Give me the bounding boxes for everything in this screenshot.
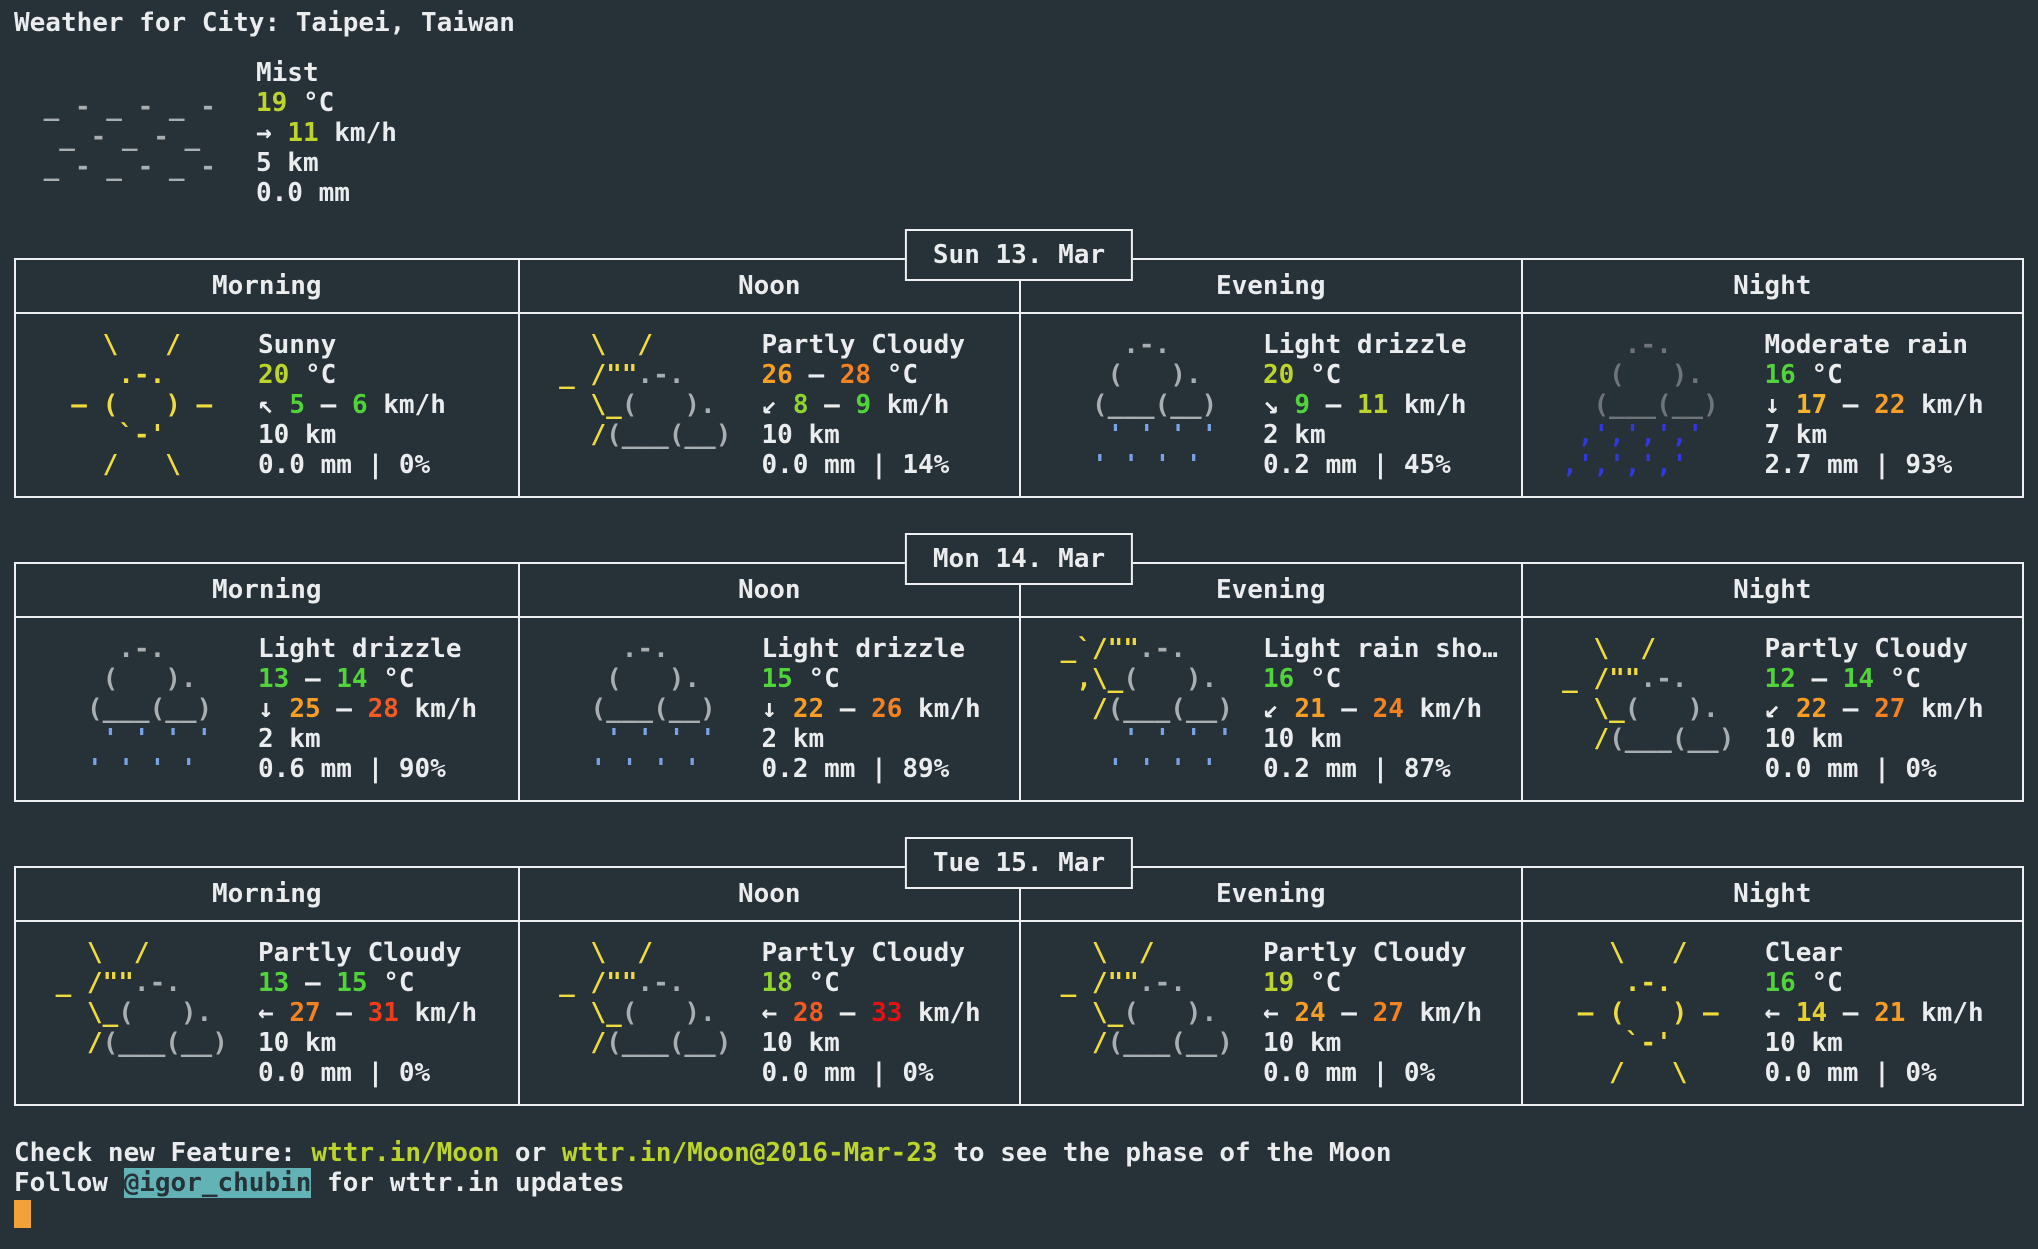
forecast-cell: \ / _ /"".-. \_( ). /(___(__) Partly Clo…	[1520, 618, 2023, 800]
light-rain-icon: .-. ( ). (___(__) ' ' ' ' ' ' ' '	[1045, 330, 1249, 480]
date-header: Mon 14. Mar	[904, 533, 1134, 585]
period-header-night: Night	[1520, 260, 2023, 312]
weather-details: Light drizzle 13 — 14 °C ↓ 25 — 28 km/h …	[258, 634, 478, 784]
current-conditions: _ - _ - _ - _ - _ - _ _ - _ - _ - Mist 1…	[14, 58, 2024, 208]
period-header-morning: Morning	[211, 271, 322, 301]
date-header: Tue 15. Mar	[904, 837, 1134, 889]
forecast-row: \ / _ /"".-. \_( ). /(___(__) Partly Clo…	[16, 922, 2022, 1104]
forecast-cell: .-. ( ). (___(__) ‚'‚'‚'‚' ‚'‚'‚'‚' Mode…	[1520, 314, 2023, 496]
forecast-cell: \ / _ /"".-. \_( ). /(___(__) Partly Clo…	[16, 922, 518, 1104]
forecast-cell: .-. ( ). (___(__) ' ' ' ' ' ' ' ' Light …	[1019, 314, 1521, 496]
weather-details: Partly Cloudy 26 — 28 °C ↙ 8 — 9 km/h 10…	[761, 330, 966, 480]
partly-cloudy-icon: \ / _ /"".-. \_( ). /(___(__)	[40, 938, 244, 1058]
period-header-night: Night	[1520, 564, 2023, 616]
current-details: Mist 19 °C → 11 km/h 5 km 0.0 mm	[256, 58, 397, 208]
forecast-table: Morning Noon Evening Night \ / _ /"".-. …	[14, 866, 2024, 1106]
partly-cloudy-icon: \ / _ /"".-. \_( ). /(___(__)	[1546, 634, 1751, 754]
forecast-day-mon: Mon 14. Mar Morning Noon Evening Night .…	[14, 533, 2024, 802]
sunny-icon: \ / .-. — ( ) — `-' / \	[1546, 938, 1750, 1088]
weather-details: Light rain sho… 16 °C ↙ 21 — 24 km/h 10 …	[1263, 634, 1498, 784]
partly-cloudy-icon: \ / _ /"".-. \_( ). /(___(__)	[543, 938, 748, 1058]
heavy-rain-icon: .-. ( ). (___(__) ‚'‚'‚'‚' ‚'‚'‚'‚'	[1546, 330, 1750, 480]
period-header-night: Night	[1520, 868, 2023, 920]
terminal-cursor[interactable]	[14, 1200, 31, 1228]
page-title: Weather for City: Taipei, Taiwan	[14, 8, 515, 38]
terminal-footer: Check new Feature: wttr.in/Moon or wttr.…	[14, 1138, 2024, 1228]
forecast-table: Morning Noon Evening Night \ / .-. — ( )…	[14, 258, 2024, 498]
weather-details: Light drizzle 20 °C ↘ 9 — 11 km/h 2 km 0…	[1263, 330, 1467, 480]
weather-details: Partly Cloudy 13 — 15 °C ← 27 — 31 km/h …	[258, 938, 478, 1088]
date-header: Sun 13. Mar	[904, 229, 1134, 281]
weather-details: Light drizzle 15 °C ↓ 22 — 26 km/h 2 km …	[761, 634, 981, 784]
forecast-cell: .-. ( ). (___(__) ' ' ' ' ' ' ' ' Light …	[517, 618, 1020, 800]
period-header-morning: Morning	[211, 879, 322, 909]
weather-details: Partly Cloudy 19 °C ← 24 — 27 km/h 10 km…	[1263, 938, 1483, 1088]
forecast-cell: .-. ( ). (___(__) ' ' ' ' ' ' ' ' Light …	[16, 618, 518, 800]
period-header-morning: Morning	[211, 575, 322, 605]
partly-cloudy-icon: \ / _ /"".-. \_( ). /(___(__)	[1045, 938, 1249, 1058]
weather-details: Moderate rain 16 °C ↓ 17 — 22 km/h 7 km …	[1764, 330, 1984, 480]
forecast-cell: _`/"".-. ,\_( ). /(___(__) ' ' ' ' ' ' '…	[1019, 618, 1521, 800]
weather-details: Partly Cloudy 12 — 14 °C ↙ 22 — 27 km/h …	[1764, 634, 1984, 784]
sunny-icon: \ / .-. — ( ) — `-' / \	[40, 330, 244, 480]
terminal: Weather for City: Taipei, Taiwan _ - _ -…	[0, 0, 2038, 1236]
forecast-day-sun: Sun 13. Mar Morning Noon Evening Night \…	[14, 229, 2024, 498]
moon-feature-note[interactable]: Check new Feature: wttr.in/Moon or wttr.…	[14, 1138, 2024, 1168]
forecast-cell: \ / .-. — ( ) — `-' / \ Sunny 20 °C ↖ 5 …	[16, 314, 518, 496]
mist-icon: _ - _ - _ - _ - _ - _ _ - _ - _ -	[28, 92, 232, 182]
forecast-cell: \ / .-. — ( ) — `-' / \ Clear 16 °C ← 14…	[1520, 922, 2023, 1104]
weather-details: Sunny 20 °C ↖ 5 — 6 km/h 10 km 0.0 mm | …	[258, 330, 446, 480]
forecast-day-tue: Tue 15. Mar Morning Noon Evening Night \…	[14, 837, 2024, 1106]
forecast-row: .-. ( ). (___(__) ' ' ' ' ' ' ' ' Light …	[16, 618, 2022, 800]
forecast-row: \ / .-. — ( ) — `-' / \ Sunny 20 °C ↖ 5 …	[16, 314, 2022, 496]
weather-details: Clear 16 °C ← 14 — 21 km/h 10 km 0.0 mm …	[1764, 938, 1984, 1088]
forecast-cell: \ / _ /"".-. \_( ). /(___(__) Partly Clo…	[1019, 922, 1521, 1104]
forecast-cell: \ / _ /"".-. \_( ). /(___(__) Partly Clo…	[517, 314, 1020, 496]
partly-cloudy-icon: \ / _ /"".-. \_( ). /(___(__)	[543, 330, 748, 450]
light-rain-icon: .-. ( ). (___(__) ' ' ' ' ' ' ' '	[40, 634, 244, 784]
forecast-table: Morning Noon Evening Night .-. ( ). (___…	[14, 562, 2024, 802]
forecast-cell: \ / _ /"".-. \_( ). /(___(__) Partly Clo…	[517, 922, 1020, 1104]
follow-note[interactable]: Follow @igor_chubin for wttr.in updates	[14, 1168, 2024, 1198]
weather-details: Partly Cloudy 18 °C ← 28 — 33 km/h 10 km…	[761, 938, 981, 1088]
light-rain-icon: .-. ( ). (___(__) ' ' ' ' ' ' ' '	[543, 634, 747, 784]
rain-shower-icon: _`/"".-. ,\_( ). /(___(__) ' ' ' ' ' ' '…	[1045, 634, 1249, 784]
